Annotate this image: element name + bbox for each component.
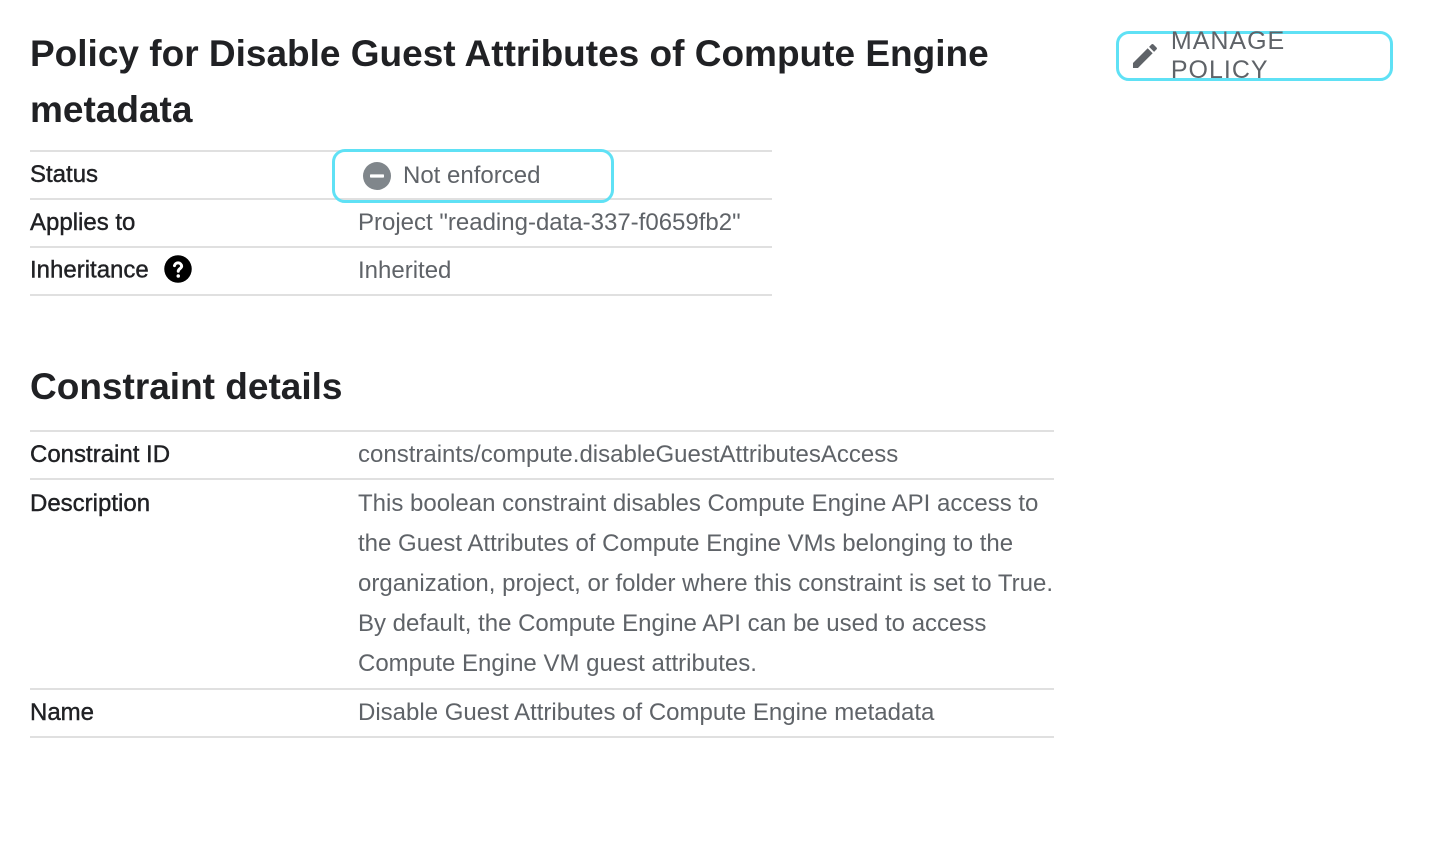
description-key: Description — [30, 479, 358, 690]
inheritance-value: Inherited — [358, 247, 772, 296]
name-key: Name — [30, 689, 358, 738]
status-value: Not enforced — [403, 162, 541, 189]
status-key: Status — [30, 151, 358, 200]
name-value: Disable Guest Attributes of Compute Engi… — [358, 689, 1054, 738]
minus-circle-icon — [363, 162, 391, 190]
applies-to-value: Project "reading-data-337-f0659fb2" — [358, 199, 772, 248]
description-row: Description This boolean constraint disa… — [30, 479, 1054, 690]
inheritance-key: Inheritance — [30, 256, 149, 284]
name-row: Name Disable Guest Attributes of Compute… — [30, 689, 1054, 738]
constraint-details-title: Constraint details — [30, 366, 343, 407]
description-value: This boolean constraint disables Compute… — [358, 479, 1054, 690]
inheritance-row: Inheritance Inherited — [30, 247, 772, 296]
help-circle-icon[interactable] — [163, 254, 193, 284]
status-badge: Not enforced — [332, 149, 614, 203]
applies-to-key: Applies to — [30, 199, 358, 248]
manage-policy-label: MANAGE POLICY — [1170, 27, 1286, 84]
applies-to-row: Applies to Project "reading-data-337-f06… — [30, 199, 772, 248]
constraint-id-value: constraints/compute.disableGuestAttribut… — [358, 431, 1054, 480]
constraint-id-key: Constraint ID — [30, 431, 358, 480]
pencil-icon — [1132, 44, 1157, 68]
constraint-id-row: Constraint ID constraints/compute.disabl… — [30, 431, 1054, 480]
page-title: Policy for Disable Guest Attributes of C… — [30, 33, 989, 130]
inheritance-key-cell: Inheritance — [30, 247, 358, 296]
constraint-table: Constraint ID constraints/compute.disabl… — [30, 430, 1054, 738]
manage-policy-button[interactable]: MANAGE POLICY — [1116, 27, 1393, 84]
